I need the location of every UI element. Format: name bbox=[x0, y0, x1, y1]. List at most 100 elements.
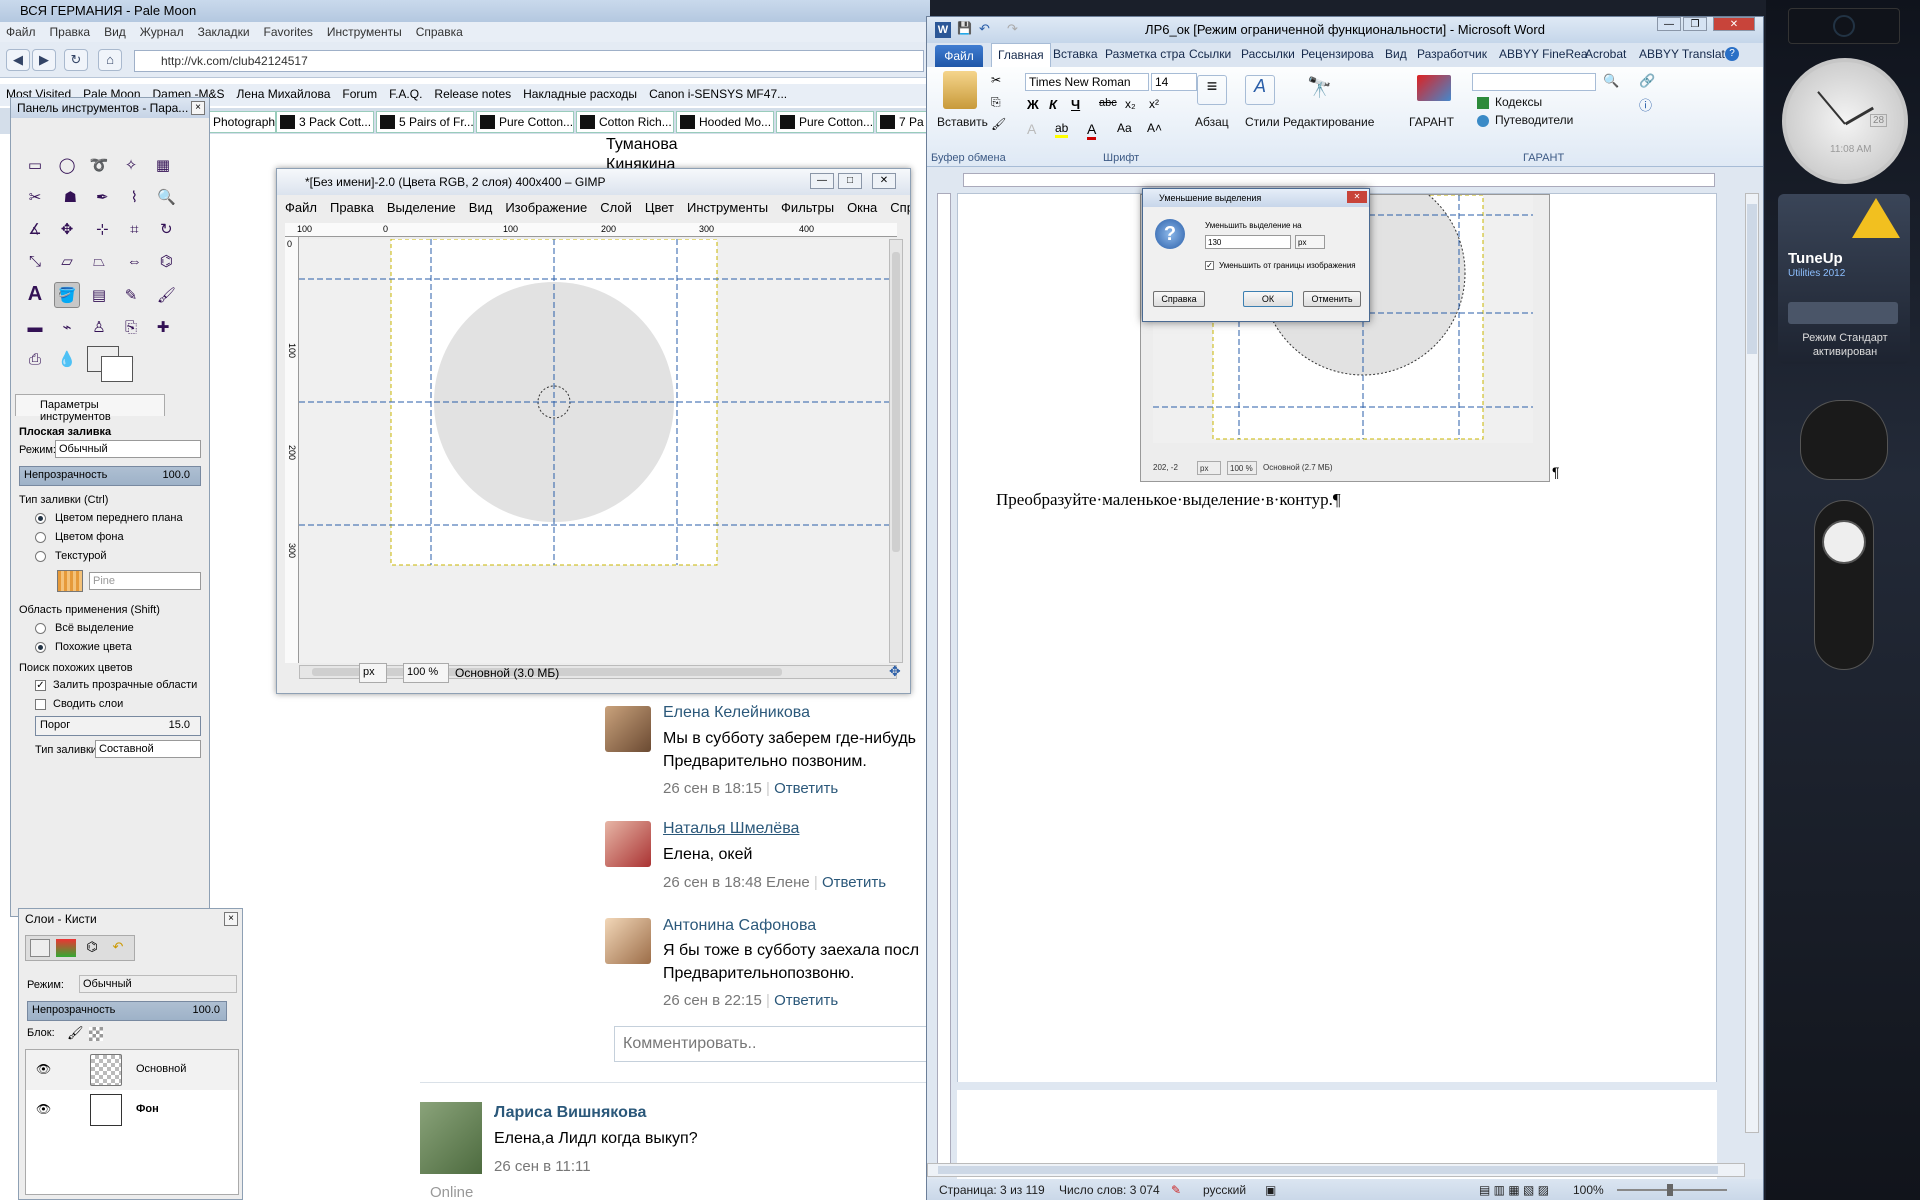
shrink-amount-input[interactable]: 130 bbox=[1205, 235, 1291, 249]
menu-tools[interactable]: Инструменты bbox=[321, 22, 410, 39]
flip-icon[interactable]: ⇔ bbox=[121, 249, 147, 275]
menu-layer[interactable]: Слой bbox=[592, 199, 637, 215]
menu-filters[interactable]: Фильтры bbox=[773, 199, 839, 215]
layer-row[interactable]: 👁 Фон bbox=[26, 1090, 238, 1130]
proofing-icon[interactable]: ✎ bbox=[1171, 1183, 1181, 1197]
layer-row[interactable]: 👁 Основной bbox=[26, 1050, 238, 1090]
measure-icon[interactable]: ∡ bbox=[22, 217, 48, 243]
close-icon[interactable]: ✕ bbox=[872, 173, 896, 189]
heal-icon[interactable]: ✚ bbox=[150, 315, 176, 341]
layers-mode-select[interactable]: Обычный bbox=[79, 975, 237, 993]
paths-icon[interactable]: ✒ bbox=[89, 185, 115, 211]
crop-icon[interactable]: ⌗ bbox=[121, 217, 147, 243]
editing-button[interactable]: Редактирование bbox=[1283, 115, 1374, 129]
align-icon[interactable]: ⊹ bbox=[89, 217, 115, 243]
highlight-icon[interactable]: ab bbox=[1055, 121, 1069, 138]
gadget-power[interactable] bbox=[1788, 8, 1900, 44]
tab-view[interactable]: Вид bbox=[1385, 47, 1407, 61]
tab-file[interactable]: Файл bbox=[935, 45, 983, 67]
tab-references[interactable]: Ссылки bbox=[1189, 47, 1231, 61]
undo-icon[interactable]: ↶ bbox=[979, 21, 990, 37]
menu-edit[interactable]: Правка bbox=[322, 199, 379, 215]
layer-name[interactable]: Основной bbox=[136, 1063, 186, 1075]
color-select-icon[interactable]: ▦ bbox=[150, 153, 176, 179]
copy-icon[interactable]: ⎘ bbox=[991, 95, 1001, 110]
font-name-select[interactable]: Times New Roman bbox=[1025, 73, 1149, 91]
horizontal-scrollbar[interactable] bbox=[299, 665, 897, 679]
tab-developer[interactable]: Разработчик bbox=[1417, 47, 1487, 61]
tab-abbyy-translator[interactable]: ABBYY Translat bbox=[1639, 47, 1725, 61]
horizontal-ruler[interactable]: 100 0 100 200 300 400 bbox=[285, 223, 897, 237]
radio-whole-selection[interactable] bbox=[35, 623, 46, 634]
maximize-icon[interactable]: □ bbox=[838, 173, 862, 189]
foreground-select-icon[interactable]: ☗ bbox=[57, 185, 83, 211]
blur-icon[interactable]: 💧 bbox=[54, 347, 80, 373]
eye-icon[interactable]: 👁 bbox=[36, 1062, 51, 1076]
reload-icon[interactable]: ↻ bbox=[64, 49, 88, 71]
help-button[interactable]: Справка bbox=[1153, 291, 1205, 307]
close-icon[interactable]: × bbox=[191, 101, 205, 115]
unit-select[interactable]: px bbox=[359, 663, 387, 683]
cut-icon[interactable]: ✂ bbox=[991, 73, 1001, 87]
bg-color-swatch[interactable] bbox=[101, 356, 133, 382]
zoom-icon[interactable]: 🔍 bbox=[153, 185, 179, 211]
close-icon[interactable]: ✕ bbox=[1713, 17, 1755, 31]
threshold-slider[interactable]: Порог 15.0 bbox=[35, 716, 201, 736]
perspective-icon[interactable]: ⏢ bbox=[86, 249, 112, 275]
help-icon[interactable]: ? bbox=[1725, 47, 1739, 61]
tab-review[interactable]: Рецензирова bbox=[1301, 47, 1374, 61]
reply-link[interactable]: Ответить bbox=[822, 874, 886, 891]
scroll-thumb[interactable] bbox=[1747, 204, 1757, 354]
avatar[interactable] bbox=[605, 918, 651, 964]
paintbrush-icon[interactable]: 🖌 bbox=[153, 283, 179, 309]
clock-gadget[interactable]: 11:08 AM 28 bbox=[1782, 58, 1908, 184]
tab-abbyy-finereader[interactable]: ABBYY FineRea bbox=[1499, 47, 1588, 61]
radio-bg-fill[interactable] bbox=[35, 532, 46, 543]
subscript-icon[interactable]: x₂ bbox=[1125, 97, 1136, 111]
browser-tab[interactable]: 7 Pa bbox=[876, 111, 930, 133]
font-size-select[interactable]: 14 bbox=[1151, 73, 1197, 91]
browser-tab[interactable]: Pure Cotton... bbox=[476, 111, 574, 133]
browser-tab[interactable]: Hooded Mo... bbox=[676, 111, 774, 133]
ink-icon[interactable]: ♙ bbox=[86, 315, 112, 341]
avatar[interactable] bbox=[605, 706, 651, 752]
pattern-name[interactable]: Pine bbox=[89, 572, 201, 590]
rotate-icon[interactable]: ↻ bbox=[153, 217, 179, 243]
free-select-icon[interactable]: ➰ bbox=[86, 153, 112, 179]
garant-search-input[interactable] bbox=[1472, 73, 1596, 91]
rect-select-icon[interactable]: ▭ bbox=[22, 153, 48, 179]
reply-link[interactable]: Ответить bbox=[774, 992, 838, 1009]
paste-button[interactable]: Вставить bbox=[937, 115, 988, 129]
layers-tab-icon[interactable] bbox=[30, 939, 50, 957]
menu-history[interactable]: Журнал bbox=[134, 22, 192, 39]
info-icon[interactable]: ⓘ bbox=[1639, 95, 1652, 114]
opacity-slider[interactable]: Непрозрачность 100.0 bbox=[19, 466, 201, 486]
document-text[interactable]: Преобразуйте·маленькое·выделение·в·конту… bbox=[996, 490, 1341, 510]
font-color-icon[interactable]: A bbox=[1087, 121, 1097, 140]
bookmark-item[interactable]: Canon i-SENSYS MF47... bbox=[643, 84, 793, 101]
paragraph-button[interactable]: Абзац bbox=[1195, 115, 1229, 129]
navigate-icon[interactable]: ✥ bbox=[889, 663, 901, 680]
strikethrough-icon[interactable]: abc bbox=[1099, 97, 1117, 109]
redo-icon[interactable]: ↷ bbox=[1007, 21, 1018, 37]
vertical-ruler[interactable]: 0 100 200 300 bbox=[285, 237, 299, 663]
status-page[interactable]: Страница: 3 из 119 bbox=[939, 1183, 1045, 1197]
undo-tab-icon[interactable]: ↶ bbox=[108, 939, 128, 957]
radio-fg-fill[interactable] bbox=[35, 513, 46, 524]
tab-insert[interactable]: Вставка bbox=[1053, 47, 1098, 61]
horizontal-scrollbar[interactable] bbox=[927, 1163, 1745, 1177]
status-words[interactable]: Число слов: 3 074 bbox=[1059, 1183, 1160, 1197]
url-field[interactable]: http://vk.com/club42124517 bbox=[134, 50, 924, 72]
vk-member-name[interactable]: Туманова bbox=[606, 134, 678, 156]
paragraph-icon[interactable]: ≡ bbox=[1197, 75, 1227, 105]
format-painter-icon[interactable]: 🖌 bbox=[991, 117, 1006, 131]
shear-icon[interactable]: ▱ bbox=[54, 249, 80, 275]
close-icon[interactable]: × bbox=[224, 912, 238, 926]
garant-button[interactable]: ГАРАНТ bbox=[1409, 115, 1454, 129]
paste-icon[interactable] bbox=[943, 71, 977, 109]
menu-favorites[interactable]: Favorites bbox=[258, 22, 321, 39]
document-page[interactable]: 202, -2 px 100 % Основной (2.7 МБ) ¶ Пре… bbox=[957, 170, 1717, 1083]
menu-windows[interactable]: Окна bbox=[839, 199, 882, 215]
lock-pixels-icon[interactable]: 🖌 bbox=[67, 1025, 84, 1041]
tab-home[interactable]: Главная bbox=[991, 43, 1051, 67]
